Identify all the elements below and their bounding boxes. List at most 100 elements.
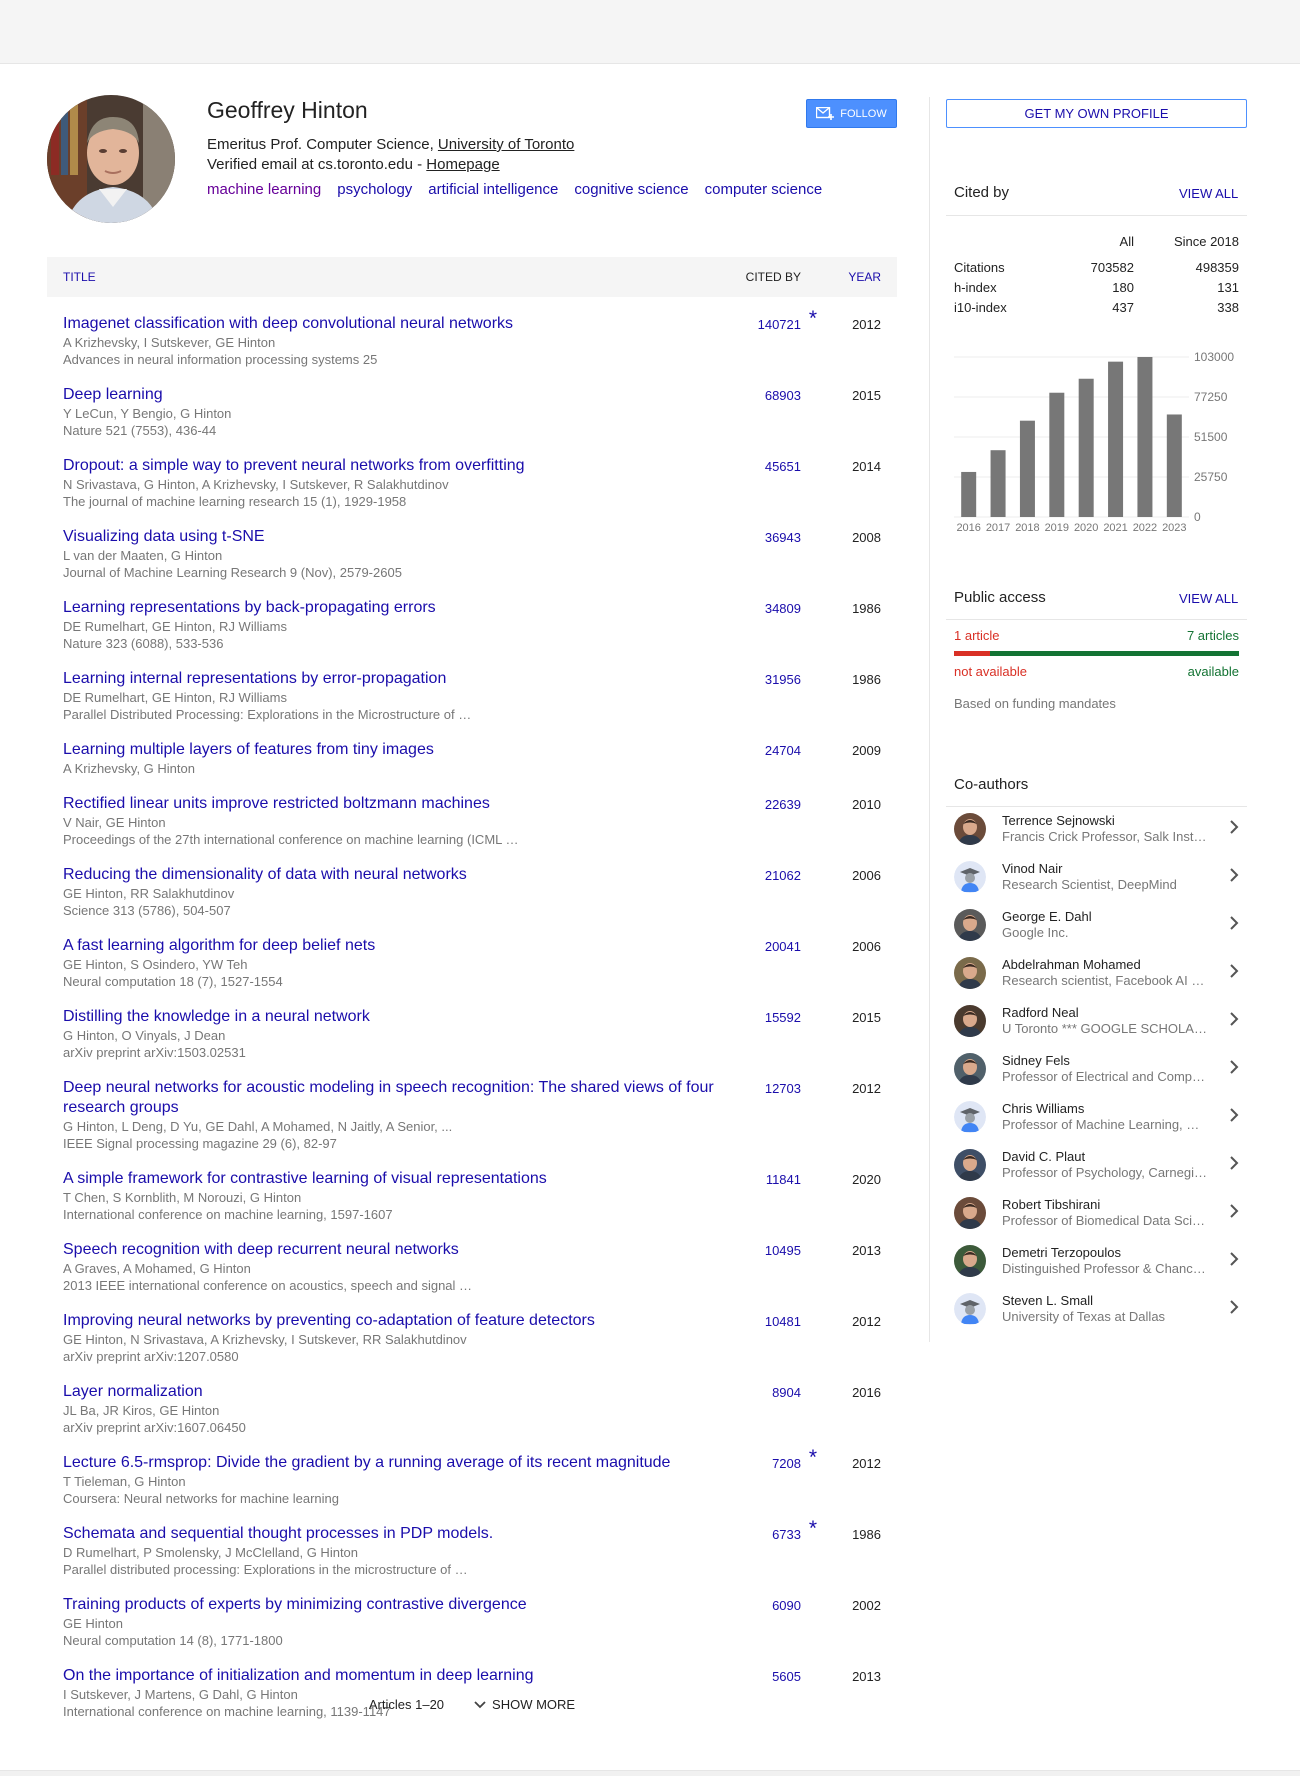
cited-by-link[interactable]: 140721 <box>758 317 801 332</box>
merged-citation-star[interactable]: * <box>809 1518 817 1539</box>
chart-bar-2022[interactable] <box>1137 357 1153 517</box>
cited-by-link[interactable]: 8904 <box>772 1385 801 1400</box>
cited-by-link[interactable]: 10481 <box>765 1314 801 1329</box>
not-available-count[interactable]: 1 article <box>954 628 1000 643</box>
article-title-link[interactable]: Layer normalization <box>63 1382 723 1402</box>
sort-by-cited[interactable]: CITED BY <box>746 270 801 284</box>
article-title-link[interactable]: Speech recognition with deep recurrent n… <box>63 1240 723 1260</box>
coauthor-item[interactable]: Radford Neal U Toronto *** GOOGLE SCHOLAR… <box>946 997 1247 1045</box>
cited-by-link[interactable]: 12703 <box>765 1081 801 1096</box>
article-venue: arXiv preprint arXiv:1503.02531 <box>63 1045 246 1060</box>
chart-bar-2021[interactable] <box>1108 361 1124 517</box>
interest-link[interactable]: artificial intelligence <box>428 181 558 198</box>
article-title-link[interactable]: Dropout: a simple way to prevent neural … <box>63 456 723 476</box>
merged-citation-star[interactable]: * <box>809 1447 817 1468</box>
affiliation-link[interactable]: University of Toronto <box>438 136 574 153</box>
cited-by-link[interactable]: 68903 <box>765 388 801 403</box>
article-title-link[interactable]: A fast learning algorithm for deep belie… <box>63 936 723 956</box>
coauthor-name: George E. Dahl <box>1002 909 1092 924</box>
article-title-link[interactable]: Learning multiple layers of features fro… <box>63 740 723 760</box>
articles-table-header: TITLE CITED BY YEAR <box>47 257 897 297</box>
sort-by-title[interactable]: TITLE <box>63 270 96 284</box>
article-authors: GE Hinton, S Osindero, YW Teh <box>63 957 248 972</box>
article-title-link[interactable]: On the importance of initialization and … <box>63 1666 723 1686</box>
cited-by-link[interactable]: 31956 <box>765 672 801 687</box>
article-title-link[interactable]: A simple framework for contrastive learn… <box>63 1169 723 1189</box>
merged-citation-star[interactable]: * <box>809 308 817 329</box>
coauthor-item[interactable]: Demetri Terzopoulos Distinguished Profess… <box>946 1237 1247 1285</box>
coauthor-item[interactable]: Vinod Nair Research Scientist, DeepMind <box>946 853 1247 901</box>
article-title-link[interactable]: Improving neural networks by preventing … <box>63 1311 723 1331</box>
stats-since-value: 498359 <box>1195 259 1239 275</box>
cited-by-link[interactable]: 6090 <box>772 1598 801 1613</box>
cited-by-link[interactable]: 5605 <box>772 1669 801 1684</box>
article-title-link[interactable]: Deep learning <box>63 385 723 405</box>
article-title-link[interactable]: Rectified linear units improve restricte… <box>63 794 723 814</box>
article-title-link[interactable]: Distilling the knowledge in a neural net… <box>63 1007 723 1027</box>
show-more-button[interactable]: SHOW MORE <box>474 1697 575 1712</box>
follow-button[interactable]: FOLLOW <box>806 99 897 128</box>
chart-bar-2023[interactable] <box>1166 414 1182 517</box>
interest-link[interactable]: psychology <box>337 181 412 198</box>
interest-link[interactable]: machine learning <box>207 181 321 198</box>
coauthor-item[interactable]: Steven L. Small University of Texas at Da… <box>946 1285 1247 1333</box>
article-title-link[interactable]: Schemata and sequential thought processe… <box>63 1524 723 1544</box>
person-photo-icon <box>954 813 986 845</box>
interest-link[interactable]: computer science <box>705 181 823 198</box>
article-title-link[interactable]: Learning internal representations by err… <box>63 669 723 689</box>
stats-row: Citations 703582 498359 <box>946 257 1247 277</box>
homepage-link[interactable]: Homepage <box>426 156 499 173</box>
interest-link[interactable]: cognitive science <box>574 181 688 198</box>
cited-by-link[interactable]: 20041 <box>765 939 801 954</box>
article-title-link[interactable]: Learning representations by back-propaga… <box>63 598 723 618</box>
chart-bar-2016[interactable] <box>961 471 977 517</box>
cited-by-link[interactable]: 45651 <box>765 459 801 474</box>
cited-by-link[interactable]: 34809 <box>765 601 801 616</box>
article-title-link[interactable]: Training products of experts by minimizi… <box>63 1595 723 1615</box>
coauthor-item[interactable]: Robert Tibshirani Professor of Biomedical… <box>946 1189 1247 1237</box>
follow-label: FOLLOW <box>840 107 887 120</box>
article-year: 2016 <box>852 1385 881 1400</box>
coauthor-item[interactable]: Sidney Fels Professor of Electrical and C… <box>946 1045 1247 1093</box>
sort-by-year[interactable]: YEAR <box>848 270 881 284</box>
article-title-link[interactable]: Lecture 6.5-rmsprop: Divide the gradient… <box>63 1453 723 1473</box>
cited-by-view-all[interactable]: VIEW ALL <box>1179 186 1238 201</box>
mail-plus-icon <box>816 106 835 120</box>
chevron-right-icon <box>1230 868 1239 882</box>
chart-bar-2020[interactable] <box>1078 378 1094 517</box>
cited-by-link[interactable]: 7208 <box>772 1456 801 1471</box>
article-row: Lecture 6.5-rmsprop: Divide the gradient… <box>47 1436 897 1507</box>
article-year: 1986 <box>852 601 881 616</box>
cited-by-link[interactable]: 10495 <box>765 1243 801 1258</box>
public-access-view-all[interactable]: VIEW ALL <box>1179 591 1238 606</box>
article-row: Visualizing data using t-SNE L van der M… <box>47 510 897 581</box>
cited-by-link[interactable]: 15592 <box>765 1010 801 1025</box>
graduate-placeholder-icon <box>954 1101 986 1133</box>
coauthor-item[interactable]: Abdelrahman Mohamed Research scientist, F… <box>946 949 1247 997</box>
cited-by-link[interactable]: 36943 <box>765 530 801 545</box>
coauthor-avatar <box>954 861 986 893</box>
article-authors: A Krizhevsky, I Sutskever, GE Hinton <box>63 335 276 350</box>
cited-by-link[interactable]: 24704 <box>765 743 801 758</box>
cited-by-link[interactable]: 22639 <box>765 797 801 812</box>
cited-by-link[interactable]: 21062 <box>765 868 801 883</box>
article-title-link[interactable]: Imagenet classification with deep convol… <box>63 314 723 334</box>
chart-bar-2017[interactable] <box>990 450 1006 517</box>
available-count[interactable]: 7 articles <box>1187 628 1239 643</box>
article-title-link[interactable]: Deep neural networks for acoustic modeli… <box>63 1078 723 1118</box>
coauthor-affiliation: U Toronto *** GOOGLE SCHOLAR IS NOT RELI… <box>1002 1021 1207 1036</box>
get-my-own-profile-button[interactable]: GET MY OWN PROFILE <box>946 99 1247 128</box>
article-title-link[interactable]: Reducing the dimensionality of data with… <box>63 865 723 885</box>
chart-y-tick-label: 0 <box>1194 510 1201 524</box>
coauthor-item[interactable]: David C. Plaut Professor of Psychology, C… <box>946 1141 1247 1189</box>
coauthor-item[interactable]: George E. Dahl Google Inc. <box>946 901 1247 949</box>
chart-bar-2019[interactable] <box>1049 392 1065 517</box>
coauthor-item[interactable]: Chris Williams Professor of Machine Learn… <box>946 1093 1247 1141</box>
coauthor-item[interactable]: Terrence Sejnowski Francis Crick Professo… <box>946 805 1247 853</box>
chart-bar-2018[interactable] <box>1019 420 1035 517</box>
cited-by-link[interactable]: 11841 <box>766 1172 801 1187</box>
chevron-down-icon <box>474 1700 486 1708</box>
article-title-link[interactable]: Visualizing data using t-SNE <box>63 527 723 547</box>
cited-by-link[interactable]: 6733 <box>772 1527 801 1542</box>
article-venue: arXiv preprint arXiv:1607.06450 <box>63 1420 246 1435</box>
